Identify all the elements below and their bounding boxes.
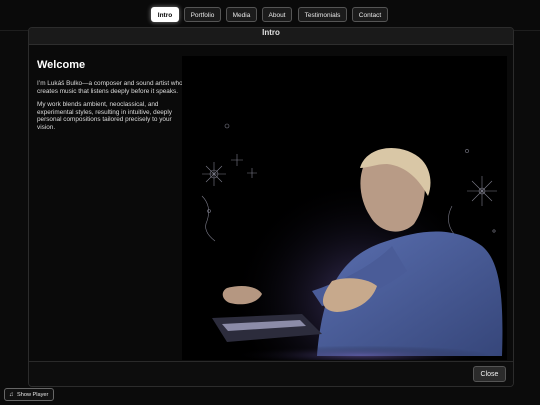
main-nav: Intro Portfolio Media About Testimonials… <box>0 7 540 24</box>
modal-header: Intro <box>29 28 513 45</box>
nav-contact-button[interactable]: Contact <box>352 7 388 22</box>
musician-photo <box>182 56 507 360</box>
show-player-button[interactable]: ♫ Show Player <box>4 388 54 401</box>
modal-footer: Close <box>29 361 513 386</box>
intro-text-panel: Welcome I’m Lukáš Bulko—a composer and s… <box>37 59 187 138</box>
welcome-heading: Welcome <box>37 59 86 71</box>
nav-testimonials-button[interactable]: Testimonials <box>298 7 347 22</box>
modal-title: Intro <box>262 28 280 37</box>
music-note-icon: ♫ <box>9 392 14 398</box>
nav-intro-button[interactable]: Intro <box>151 7 179 22</box>
close-button[interactable]: Close <box>473 366 506 382</box>
intro-paragraph-2: My work blends ambient, neoclassical, an… <box>37 101 172 131</box>
nav-about-button[interactable]: About <box>262 7 292 22</box>
nav-media-button[interactable]: Media <box>226 7 257 22</box>
nav-portfolio-button[interactable]: Portfolio <box>184 7 221 22</box>
show-player-label: Show Player <box>17 392 49 398</box>
intro-paragraph-1: I’m Lukáš Bulko—a composer and sound art… <box>37 80 183 95</box>
intro-modal: Intro Welcome I’m Lukáš Bulko—a composer… <box>28 27 514 387</box>
